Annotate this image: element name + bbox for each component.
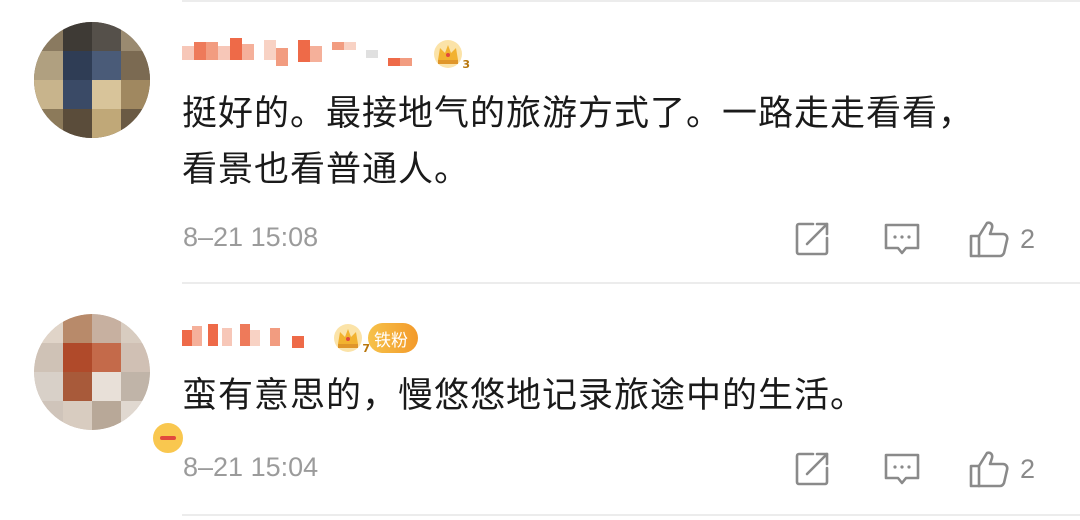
comment-text: 蛮有意思的，慢悠悠地记录旅途中的生活。 [182, 376, 867, 416]
reply-button[interactable] [882, 218, 922, 260]
like-button[interactable]: 2 [968, 218, 1035, 260]
share-icon [795, 222, 829, 256]
username[interactable]: 3 [182, 32, 470, 76]
avatar[interactable] [34, 314, 186, 456]
reply-button[interactable] [882, 448, 922, 490]
avatar[interactable] [34, 22, 150, 138]
crown-icon[interactable]: 3 [432, 39, 470, 71]
timestamp: 8–21 15:04 [183, 452, 319, 482]
share-icon [795, 452, 829, 486]
username[interactable]: 7 铁粉 [182, 316, 418, 360]
crown-level: 3 [462, 58, 470, 71]
crown-icon[interactable]: 7 [332, 323, 370, 355]
comment-meta: 8–21 15:08 2 [0, 214, 1080, 264]
comment-meta: 8–21 15:04 2 [0, 444, 1080, 494]
share-button[interactable] [793, 218, 831, 260]
timestamp: 8–21 15:08 [183, 222, 319, 252]
comment-icon [884, 223, 920, 255]
like-count: 2 [1020, 453, 1036, 484]
comment-icon [884, 453, 920, 485]
fan-badge[interactable]: 铁粉 [368, 323, 418, 353]
like-count: 2 [1020, 223, 1036, 254]
username-mosaic [182, 38, 412, 66]
comment-item: 3 挺好的。最接地气的旅游方式了。一路走走看看，看景也看普通人。 8–21 15… [0, 0, 1080, 284]
thumbs-up-icon [969, 451, 1009, 488]
divider [182, 514, 1080, 516]
comment-item: 7 铁粉 蛮有意思的，慢悠悠地记录旅途中的生活。 8–21 15:04 2 [0, 284, 1080, 520]
username-mosaic [182, 324, 304, 348]
thumbs-up-icon [969, 221, 1009, 258]
share-button[interactable] [793, 448, 831, 490]
like-button[interactable]: 2 [968, 448, 1035, 490]
comment-text: 挺好的。最接地气的旅游方式了。一路走走看看，看景也看普通人。 [182, 94, 975, 190]
crown-level: 7 [362, 342, 370, 355]
